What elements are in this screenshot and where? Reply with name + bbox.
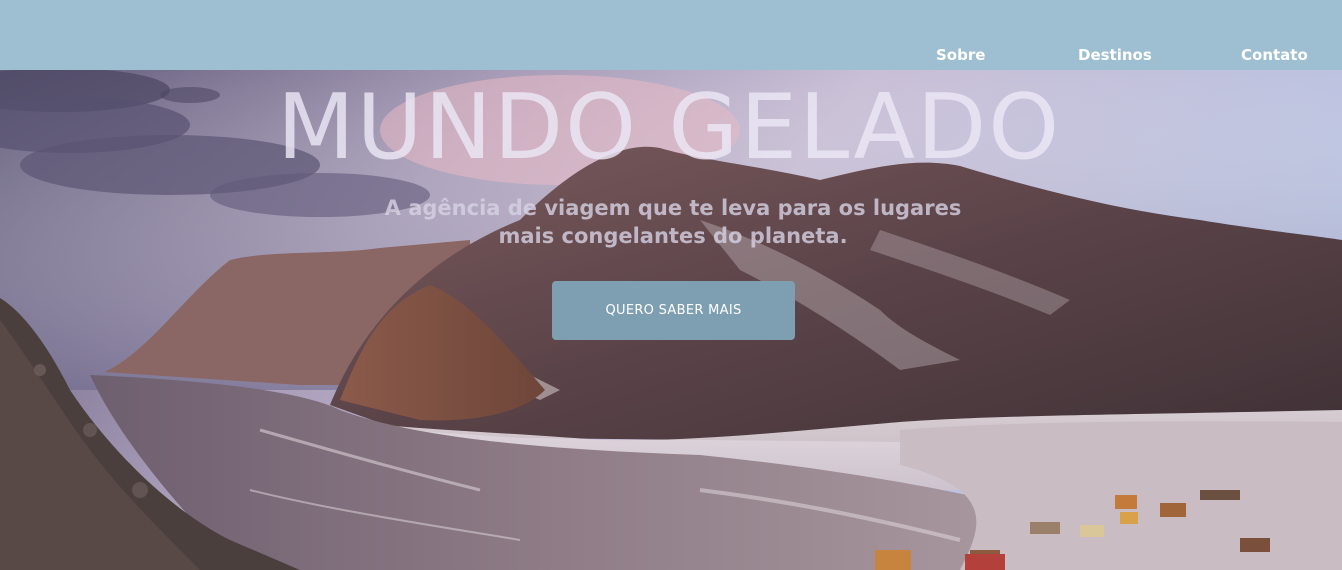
hero-subtitle: A agência de viagem que te leva para os …	[384, 196, 962, 248]
nav-link-destinos[interactable]: Destinos	[1078, 46, 1152, 64]
landing-page: Sobre Destinos Contato MUNDO GELADO A ag…	[0, 0, 1342, 570]
quero-saber-mais-button[interactable]: QUERO SABER MAIS	[552, 281, 795, 340]
hero-title: MUNDO GELADO	[276, 75, 1062, 180]
hero-section: MUNDO GELADO A agência de viagem que te …	[0, 70, 1342, 570]
nav-link-contato[interactable]: Contato	[1241, 46, 1308, 64]
top-navbar: Sobre Destinos Contato	[0, 0, 1342, 70]
nav-link-sobre[interactable]: Sobre	[936, 46, 985, 64]
